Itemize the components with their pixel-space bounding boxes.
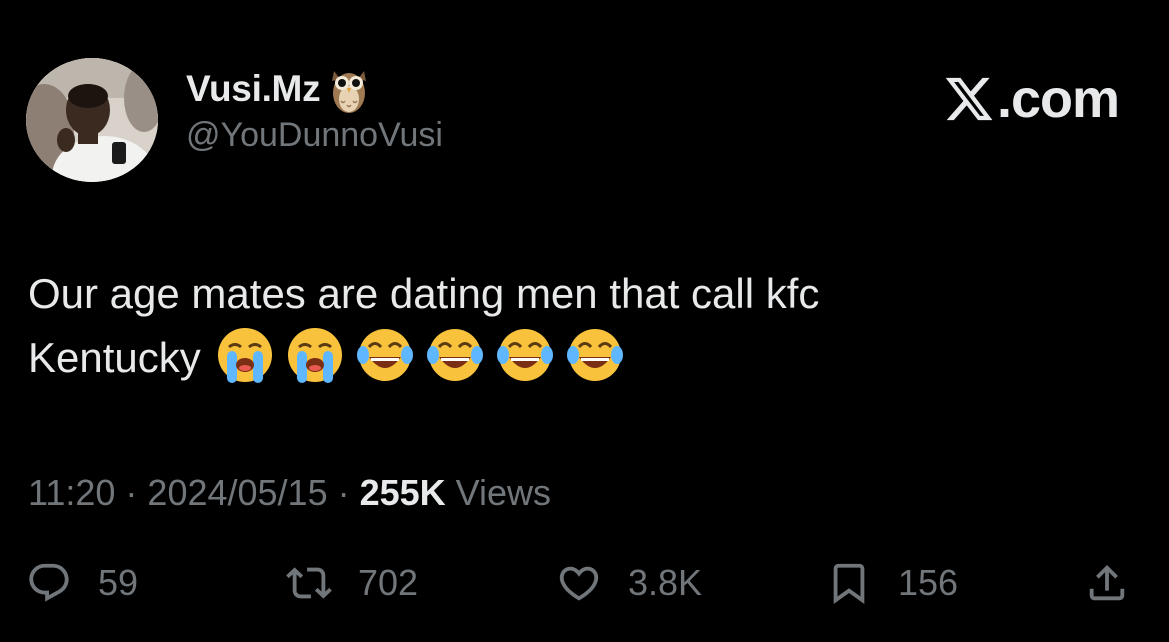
emoji-row	[215, 325, 625, 385]
reply-button[interactable]: 59	[26, 560, 138, 606]
heart-icon	[559, 566, 599, 601]
share-icon	[1089, 564, 1125, 601]
tweet-card: Vusi.Mz @YouDunnoVusi .com Our age mates…	[0, 0, 1169, 642]
x-logo-icon	[945, 77, 993, 121]
handle[interactable]: @YouDunnoVusi	[186, 116, 443, 155]
bookmark-icon	[833, 563, 865, 604]
like-button[interactable]: 3.8K	[556, 560, 702, 606]
loudly-crying-face-icon	[217, 327, 272, 383]
face-with-tears-of-joy-icon	[496, 328, 553, 381]
reply-icon	[29, 563, 69, 602]
owl-emoji-icon	[328, 63, 370, 115]
x-brand-logo: .com	[943, 68, 1120, 130]
tweet-time[interactable]: 11:20	[28, 472, 115, 513]
tweet-text-line-2: Kentucky	[28, 326, 1128, 391]
face-with-tears-of-joy-icon	[356, 328, 413, 381]
repost-button[interactable]: 702	[286, 560, 418, 606]
loudly-crying-face-icon	[287, 327, 342, 383]
like-count: 3.8K	[628, 562, 703, 603]
meta-separator: ·	[327, 472, 360, 513]
name-row: Vusi.Mz	[186, 64, 443, 114]
views-label: Views	[445, 472, 552, 513]
tweet-meta: 11:20 · 2024/05/15 · 255K Views	[28, 472, 551, 514]
action-bar: 59 702 3.8K 156	[0, 560, 1169, 630]
author-block: Vusi.Mz @YouDunnoVusi	[186, 64, 443, 155]
avatar-photo	[26, 58, 158, 182]
tweet-text-line-1: Our age mates are dating men that call k…	[28, 270, 820, 317]
views-count[interactable]: 255K	[360, 472, 446, 513]
repost-count: 702	[358, 562, 419, 603]
avatar[interactable]	[26, 58, 158, 182]
meta-separator: ·	[115, 472, 148, 513]
bookmark-button[interactable]: 156	[826, 560, 958, 606]
reply-count: 59	[98, 562, 139, 603]
display-name[interactable]: Vusi.Mz	[186, 68, 321, 110]
repost-icon	[286, 567, 332, 599]
share-button[interactable]	[1084, 560, 1130, 606]
tweet-date[interactable]: 2024/05/15	[147, 472, 327, 513]
tweet-text-word: Kentucky	[28, 334, 201, 381]
face-with-tears-of-joy-icon	[566, 328, 623, 381]
face-with-tears-of-joy-icon	[426, 328, 483, 381]
brand-domain-label: .com	[996, 69, 1120, 129]
bookmark-count: 156	[898, 562, 959, 603]
tweet-text: Our age mates are dating men that call k…	[28, 262, 1128, 391]
